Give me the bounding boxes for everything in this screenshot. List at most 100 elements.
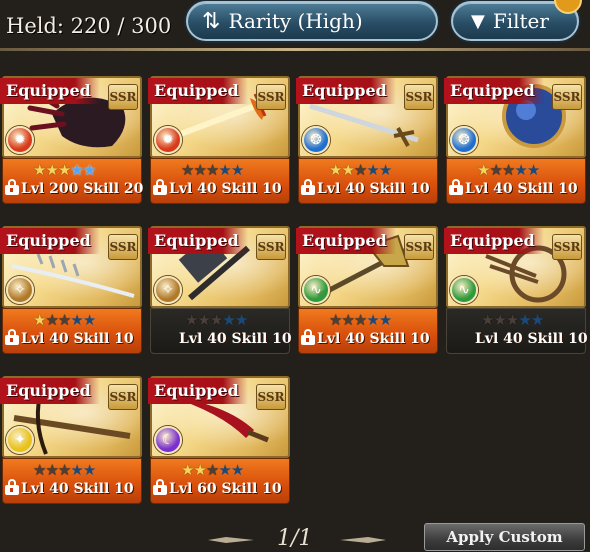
uncap-star-icon: ★ (57, 161, 71, 179)
lock-icon[interactable] (5, 179, 19, 195)
uncap-star-icon: ★ (209, 311, 223, 329)
equipped-banner: Equipped (0, 378, 100, 404)
weapon-footer: ★★★★★ Lvl 40 Skill 10 (446, 308, 588, 354)
level-skill-label: Lvl 40 Skill 10 (475, 331, 588, 347)
uncap-star-icon: ★ (197, 311, 210, 329)
uncap-star-icon: ★ (341, 311, 354, 329)
weapon-card[interactable]: Equipped SSR ✦ ★★★★★ Lvl 40 Skill 10 (0, 376, 142, 506)
uncap-star-icon: ★ (181, 161, 194, 179)
transcend-star-icon: ★ (218, 461, 231, 479)
uncap-star-icon: ★ (33, 161, 46, 179)
uncap-stars: ★★★★★ (181, 161, 244, 179)
weapon-card[interactable]: Equipped SSR ∿ ★★★★★ Lvl 40 Skill 10 (296, 226, 438, 356)
uncap-star-icon: ★ (489, 161, 502, 179)
transcend-star-icon: ★ (366, 161, 379, 179)
equipped-banner: Equipped (0, 228, 100, 254)
uncap-star-icon: ★ (329, 311, 342, 329)
uncap-stars: ★★★★★ (181, 461, 244, 479)
equipped-banner: Equipped (444, 78, 544, 104)
uncap-star-icon: ★ (57, 311, 71, 329)
uncap-star-icon: ★ (193, 461, 206, 479)
transcend-star-icon: ★ (70, 161, 83, 179)
earth-element-icon: ✧ (6, 276, 34, 304)
water-element-icon: ❂ (450, 126, 478, 154)
header-divider (0, 48, 590, 51)
lock-icon[interactable] (153, 479, 167, 495)
equipped-banner: Equipped (148, 378, 248, 404)
funnel-icon: ▼ (471, 10, 485, 32)
uncap-stars: ★★★★★ (477, 161, 540, 179)
transcend-star-icon: ★ (378, 161, 392, 179)
earth-element-icon: ✧ (154, 276, 182, 304)
weapon-footer: ★★★★★ Lvl 40 Skill 10 (150, 308, 292, 354)
transcend-star-icon: ★ (378, 311, 392, 329)
uncap-stars: ★★★★★ (329, 311, 392, 329)
uncap-star-icon: ★ (477, 161, 490, 179)
uncap-stars: ★★★★★ (481, 311, 544, 329)
weapon-card[interactable]: Equipped SSR ☾ ★★★★★ Lvl 60 Skill 10 (148, 376, 290, 506)
uncap-star-icon: ★ (353, 161, 367, 179)
weapon-footer: ★★★★★ Lvl 40 Skill 10 (2, 458, 142, 504)
lock-icon[interactable] (301, 329, 315, 345)
level-skill-label: Lvl 60 Skill 10 (169, 481, 282, 497)
uncap-star-icon: ★ (353, 311, 367, 329)
lock-icon[interactable] (5, 479, 19, 495)
transcend-star-icon: ★ (218, 161, 231, 179)
lock-icon[interactable] (301, 179, 315, 195)
rarity-badge: SSR (552, 84, 582, 110)
uncap-star-icon: ★ (45, 461, 58, 479)
weapon-footer: ★★★★★ Lvl 40 Skill 10 (446, 158, 586, 204)
apply-custom-filter-button[interactable]: Apply Custom Filter (424, 523, 585, 551)
transcend-star-icon: ★ (514, 161, 527, 179)
uncap-star-icon: ★ (205, 461, 219, 479)
weapon-footer: ★★★★★ Lvl 200 Skill 20 (2, 158, 143, 204)
transcend-star-icon: ★ (70, 461, 83, 479)
lock-icon[interactable] (153, 179, 167, 195)
uncap-stars: ★★★★★ (185, 311, 248, 329)
weapon-footer: ★★★★★ Lvl 40 Skill 10 (2, 308, 142, 354)
transcend-star-icon: ★ (230, 161, 244, 179)
lock-icon[interactable] (5, 329, 19, 345)
uncap-stars: ★★★★★ (329, 161, 392, 179)
held-count: Held: 220 / 300 (6, 14, 171, 38)
uncap-star-icon: ★ (493, 311, 506, 329)
rarity-badge: SSR (256, 234, 286, 260)
sort-button[interactable]: ⇅ Rarity (High) (186, 1, 438, 41)
weapon-card[interactable]: Equipped SSR ❂ ★★★★★ Lvl 40 Skill 10 (296, 76, 438, 206)
transcend-star-icon: ★ (530, 311, 544, 329)
transcend-star-icon: ★ (222, 311, 235, 329)
transcend-star-icon: ★ (234, 311, 248, 329)
equipped-banner: Equipped (0, 78, 100, 104)
transcend-star-icon: ★ (518, 311, 531, 329)
equipped-banner: Equipped (148, 228, 248, 254)
weapon-card[interactable]: Equipped SSR ✹ ★★★★★ Lvl 40 Skill 10 (148, 76, 290, 206)
weapon-card[interactable]: Equipped SSR ❂ ★★★★★ Lvl 40 Skill 10 (444, 76, 586, 206)
held-label: Held: (6, 14, 64, 38)
weapon-card[interactable]: Equipped SSR ∿ ★★★★★ Lvl 40 Skill 10 (444, 226, 588, 356)
light-element-icon: ✦ (6, 426, 34, 454)
filter-label: Filter (492, 9, 549, 33)
equipped-banner: Equipped (148, 78, 248, 104)
uncap-star-icon: ★ (57, 461, 71, 479)
weapon-card[interactable]: Equipped SSR ✧ ★★★★★ Lvl 40 Skill 10 (0, 226, 142, 356)
uncap-star-icon: ★ (481, 311, 494, 329)
next-page-arrow-icon[interactable] (338, 536, 388, 544)
weapon-footer: ★★★★★ Lvl 40 Skill 10 (298, 308, 438, 354)
uncap-star-icon: ★ (45, 161, 58, 179)
rarity-badge: SSR (108, 384, 138, 410)
prev-page-arrow-icon[interactable] (206, 536, 256, 544)
weapon-footer: ★★★★★ Lvl 40 Skill 10 (298, 158, 438, 204)
weapon-card[interactable]: Equipped SSR ✧ ★★★★★ Lvl 40 Skill 10 (148, 226, 292, 356)
weapon-card[interactable]: Equipped SSR ✹ ★★★★★ Lvl 200 Skill 20 (0, 76, 143, 206)
transcend-star-icon: ★ (82, 161, 96, 179)
level-skill-label: Lvl 40 Skill 10 (21, 481, 134, 497)
level-skill-label: Lvl 40 Skill 10 (169, 181, 282, 197)
rarity-badge: SSR (108, 234, 138, 260)
dark-element-icon: ☾ (154, 426, 182, 454)
uncap-star-icon: ★ (205, 161, 219, 179)
rarity-badge: SSR (256, 384, 286, 410)
water-element-icon: ❂ (302, 126, 330, 154)
lock-icon[interactable] (449, 179, 463, 195)
uncap-stars: ★★★★★ (33, 461, 96, 479)
level-skill-label: Lvl 40 Skill 10 (21, 331, 134, 347)
